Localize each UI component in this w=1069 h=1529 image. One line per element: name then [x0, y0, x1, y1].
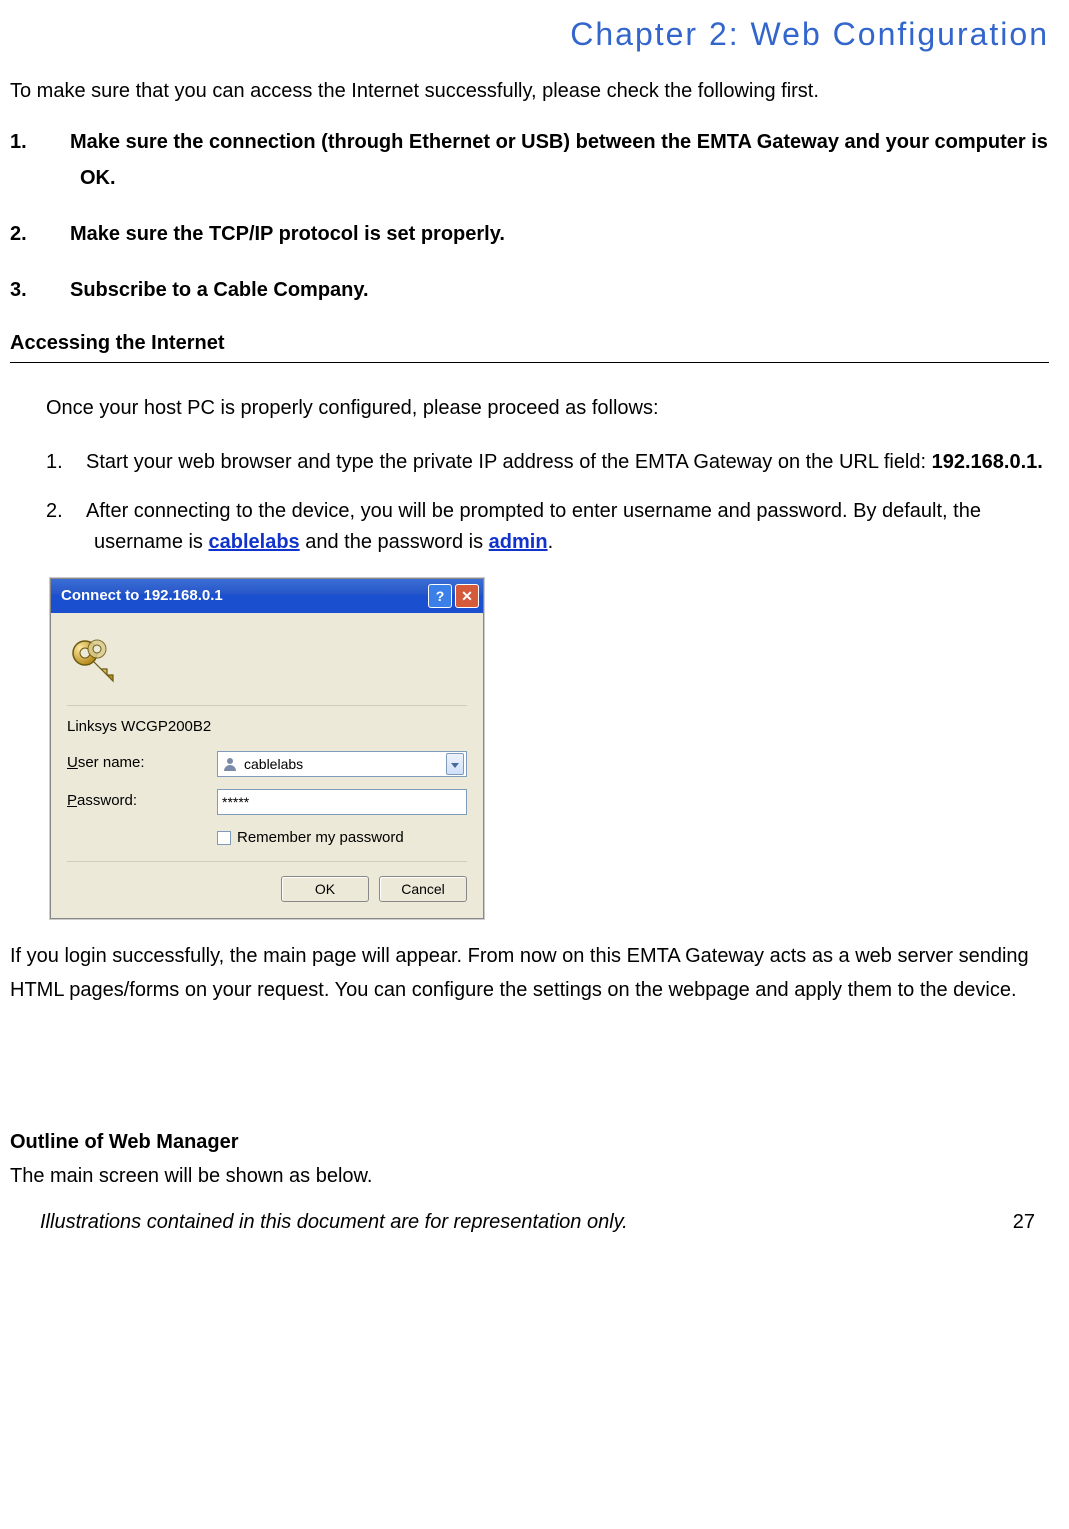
- list-item: 1.Make sure the connection (through Ethe…: [10, 124, 1049, 196]
- prerequisite-list: 1.Make sure the connection (through Ethe…: [10, 124, 1049, 308]
- keys-icon: [67, 635, 121, 689]
- user-icon: [222, 756, 238, 772]
- ok-button[interactable]: OK: [281, 876, 369, 902]
- close-icon: ✕: [461, 586, 473, 607]
- list-number: 2.: [46, 496, 86, 527]
- step-text: .: [548, 531, 554, 553]
- list-item: 1.Start your web browser and type the pr…: [46, 447, 1049, 478]
- list-number: 2.: [10, 216, 70, 252]
- list-number: 3.: [10, 272, 70, 308]
- dialog-titlebar: Connect to 192.168.0.1 ? ✕: [51, 579, 483, 613]
- default-username: cablelabs: [209, 531, 300, 553]
- list-item: 2.Make sure the TCP/IP protocol is set p…: [10, 216, 1049, 252]
- help-icon: ?: [436, 586, 445, 607]
- list-text: Make sure the connection (through Ethern…: [70, 131, 1048, 189]
- page-number: 27: [1013, 1207, 1035, 1237]
- help-button[interactable]: ?: [428, 584, 452, 608]
- username-input[interactable]: [244, 756, 440, 772]
- ip-address: 192.168.0.1.: [932, 451, 1043, 473]
- list-text: Subscribe to a Cable Company.: [70, 279, 369, 301]
- device-name-label: Linksys WCGP200B2: [67, 705, 467, 739]
- list-text: Make sure the TCP/IP protocol is set pro…: [70, 223, 505, 245]
- username-dropdown-button[interactable]: [446, 753, 464, 775]
- remember-checkbox[interactable]: [217, 831, 231, 845]
- password-label: Password:: [67, 790, 207, 813]
- password-field-wrap[interactable]: [217, 789, 467, 815]
- section-intro: Once your host PC is properly configured…: [10, 393, 1049, 423]
- close-button[interactable]: ✕: [455, 584, 479, 608]
- post-login-paragraph: If you login successfully, the main page…: [10, 939, 1049, 1007]
- list-number: 1.: [46, 447, 86, 478]
- page-footer: Illustrations contained in this document…: [10, 1207, 1049, 1237]
- step-text: and the password is: [300, 531, 489, 553]
- default-password: admin: [489, 531, 548, 553]
- chapter-title: Chapter 2: Web Configuration: [10, 10, 1049, 58]
- chevron-down-icon: [451, 753, 459, 774]
- list-item: 2.After connecting to the device, you wi…: [46, 496, 1049, 558]
- remember-label: Remember my password: [237, 827, 404, 850]
- username-combo[interactable]: [217, 751, 467, 777]
- auth-dialog-screenshot: Connect to 192.168.0.1 ? ✕: [50, 578, 484, 919]
- steps-list: 1.Start your web browser and type the pr…: [10, 447, 1049, 558]
- username-label: User name:: [67, 752, 207, 775]
- list-number: 1.: [10, 124, 70, 160]
- password-input[interactable]: [222, 794, 462, 810]
- outline-subtext: The main screen will be shown as below.: [10, 1161, 1049, 1191]
- step-text: Start your web browser and type the priv…: [86, 451, 932, 473]
- section-heading-accessing-internet: Accessing the Internet: [10, 328, 1049, 363]
- intro-paragraph: To make sure that you can access the Int…: [10, 76, 1049, 106]
- list-item: 3.Subscribe to a Cable Company.: [10, 272, 1049, 308]
- footer-note: Illustrations contained in this document…: [40, 1207, 628, 1237]
- cancel-button[interactable]: Cancel: [379, 876, 467, 902]
- outline-heading: Outline of Web Manager: [10, 1127, 1049, 1157]
- dialog-title: Connect to 192.168.0.1: [61, 585, 223, 608]
